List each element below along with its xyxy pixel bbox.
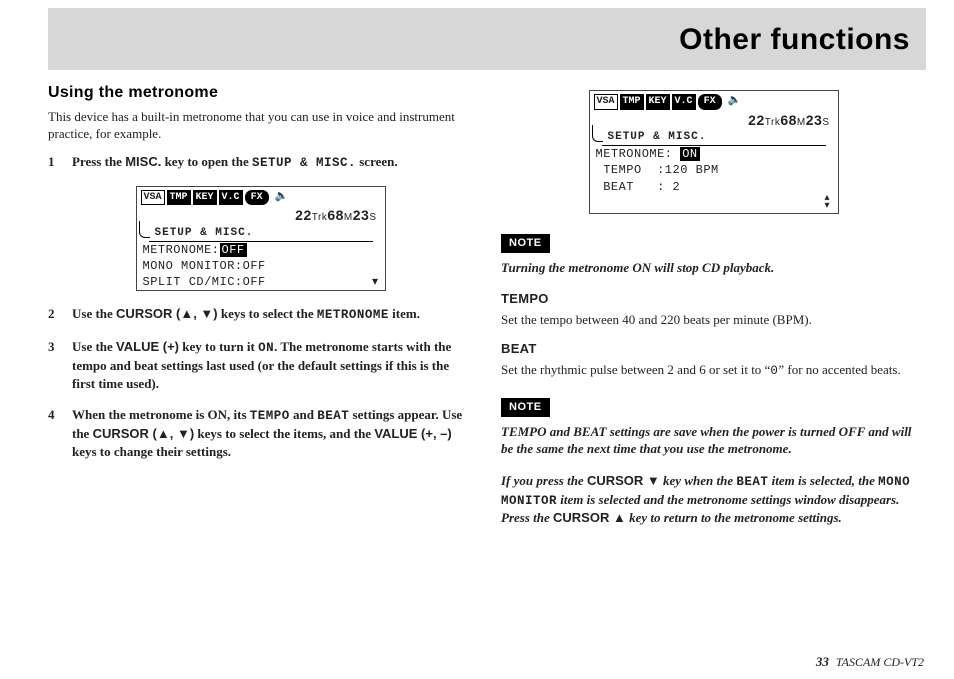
lcd-row: BEAT : 2 <box>590 179 838 195</box>
subsection-heading: Using the metronome <box>48 82 473 104</box>
left-column: Using the metronome This device has a bu… <box>48 82 473 541</box>
key-label: CURSOR ▲ <box>553 510 626 525</box>
menu-item: METRONOME <box>317 308 389 322</box>
screen-name: SETUP & MISC. <box>252 156 356 170</box>
key-label: VALUE (+) <box>116 339 179 354</box>
lcd-tab: VSA <box>594 94 618 110</box>
param-label: TEMPO <box>250 409 290 423</box>
lcd-row: SPLIT CD/MIC:OFF▾ <box>137 274 385 290</box>
right-column: VSA TMP KEY V.C FX 🔈 22Trk68M23S SETUP &… <box>501 82 926 541</box>
section-header-bar: Other functions <box>48 8 926 70</box>
speaker-icon: 🔈 <box>275 190 289 205</box>
lcd-subheading: SETUP & MISC. <box>149 226 373 242</box>
step-2: 2 Use the CURSOR (▲, ▼) keys to select t… <box>48 305 473 324</box>
section-title: Other functions <box>679 20 910 61</box>
key-label: CURSOR (▲, ▼) <box>93 426 195 441</box>
lcd-tab: KEY <box>193 190 217 206</box>
lcd-tab: KEY <box>646 94 670 110</box>
key-label: VALUE (+, –) <box>374 426 451 441</box>
step-number: 1 <box>48 153 72 172</box>
lcd-tab: FX <box>698 94 722 110</box>
param-label: BEAT <box>736 475 768 489</box>
instruction-list: 1 Press the MISC. key to open the SETUP … <box>48 153 473 172</box>
value-label: ON <box>258 341 274 355</box>
note-text: TEMPO and BEAT settings are save when th… <box>501 423 926 458</box>
lcd-screenshot-1: VSA TMP KEY V.C FX 🔈 22Trk68M23S SETUP &… <box>136 186 386 292</box>
step-4: 4 When the metronome is ON, its TEMPO an… <box>48 406 473 460</box>
lcd-tab: VSA <box>141 190 165 206</box>
lcd-subheading: SETUP & MISC. <box>602 130 826 146</box>
lcd-tab: TMP <box>620 94 644 110</box>
lcd-screenshot-2: VSA TMP KEY V.C FX 🔈 22Trk68M23S SETUP &… <box>589 90 839 214</box>
product-model: TASCAM CD-VT2 <box>836 655 924 669</box>
lcd-row: TEMPO :120 BPM <box>590 162 838 178</box>
page-number: 33 <box>816 654 829 669</box>
instruction-list-cont: 2 Use the CURSOR (▲, ▼) keys to select t… <box>48 305 473 460</box>
step-1: 1 Press the MISC. key to open the SETUP … <box>48 153 473 172</box>
step-number: 4 <box>48 406 72 460</box>
lcd-time-display: 22Trk68M23S <box>590 111 838 131</box>
note-badge: NOTE <box>501 398 550 417</box>
note-badge: NOTE <box>501 234 550 253</box>
lcd-row: METRONOME: ON <box>590 146 838 162</box>
scroll-arrows-icon: ▴▾ <box>590 195 838 213</box>
param-label: BEAT <box>317 409 349 423</box>
intro-paragraph: This device has a built-in metronome tha… <box>48 108 473 143</box>
lcd-tab: TMP <box>167 190 191 206</box>
key-label: MISC. <box>125 154 161 169</box>
lcd-tab: V.C <box>219 190 243 206</box>
note-text: If you press the CURSOR ▼ key when the B… <box>501 472 926 527</box>
tempo-heading: TEMPO <box>501 290 926 308</box>
key-label: CURSOR ▼ <box>587 473 660 488</box>
step-number: 2 <box>48 305 72 324</box>
lcd-tab: V.C <box>672 94 696 110</box>
step-number: 3 <box>48 338 72 392</box>
note-text: Turning the metronome ON will stop CD pl… <box>501 259 926 277</box>
lcd-row: MONO MONITOR:OFF <box>137 258 385 274</box>
lcd-tab: FX <box>245 190 269 206</box>
beat-heading: BEAT <box>501 340 926 358</box>
lcd-time-display: 22Trk68M23S <box>137 206 385 226</box>
step-3: 3 Use the VALUE (+) key to turn it ON. T… <box>48 338 473 392</box>
down-arrow-icon: ▾ <box>372 274 379 290</box>
manual-page: Other functions Using the metronome This… <box>0 8 954 551</box>
tempo-description: Set the tempo between 40 and 220 beats p… <box>501 311 926 329</box>
lcd-row: METRONOME:OFF <box>137 242 385 258</box>
page-footer: 33 TASCAM CD-VT2 <box>816 653 924 671</box>
speaker-icon: 🔈 <box>728 94 742 109</box>
beat-description: Set the rhythmic pulse between 2 and 6 o… <box>501 361 926 380</box>
key-label: CURSOR (▲, ▼) <box>116 306 218 321</box>
